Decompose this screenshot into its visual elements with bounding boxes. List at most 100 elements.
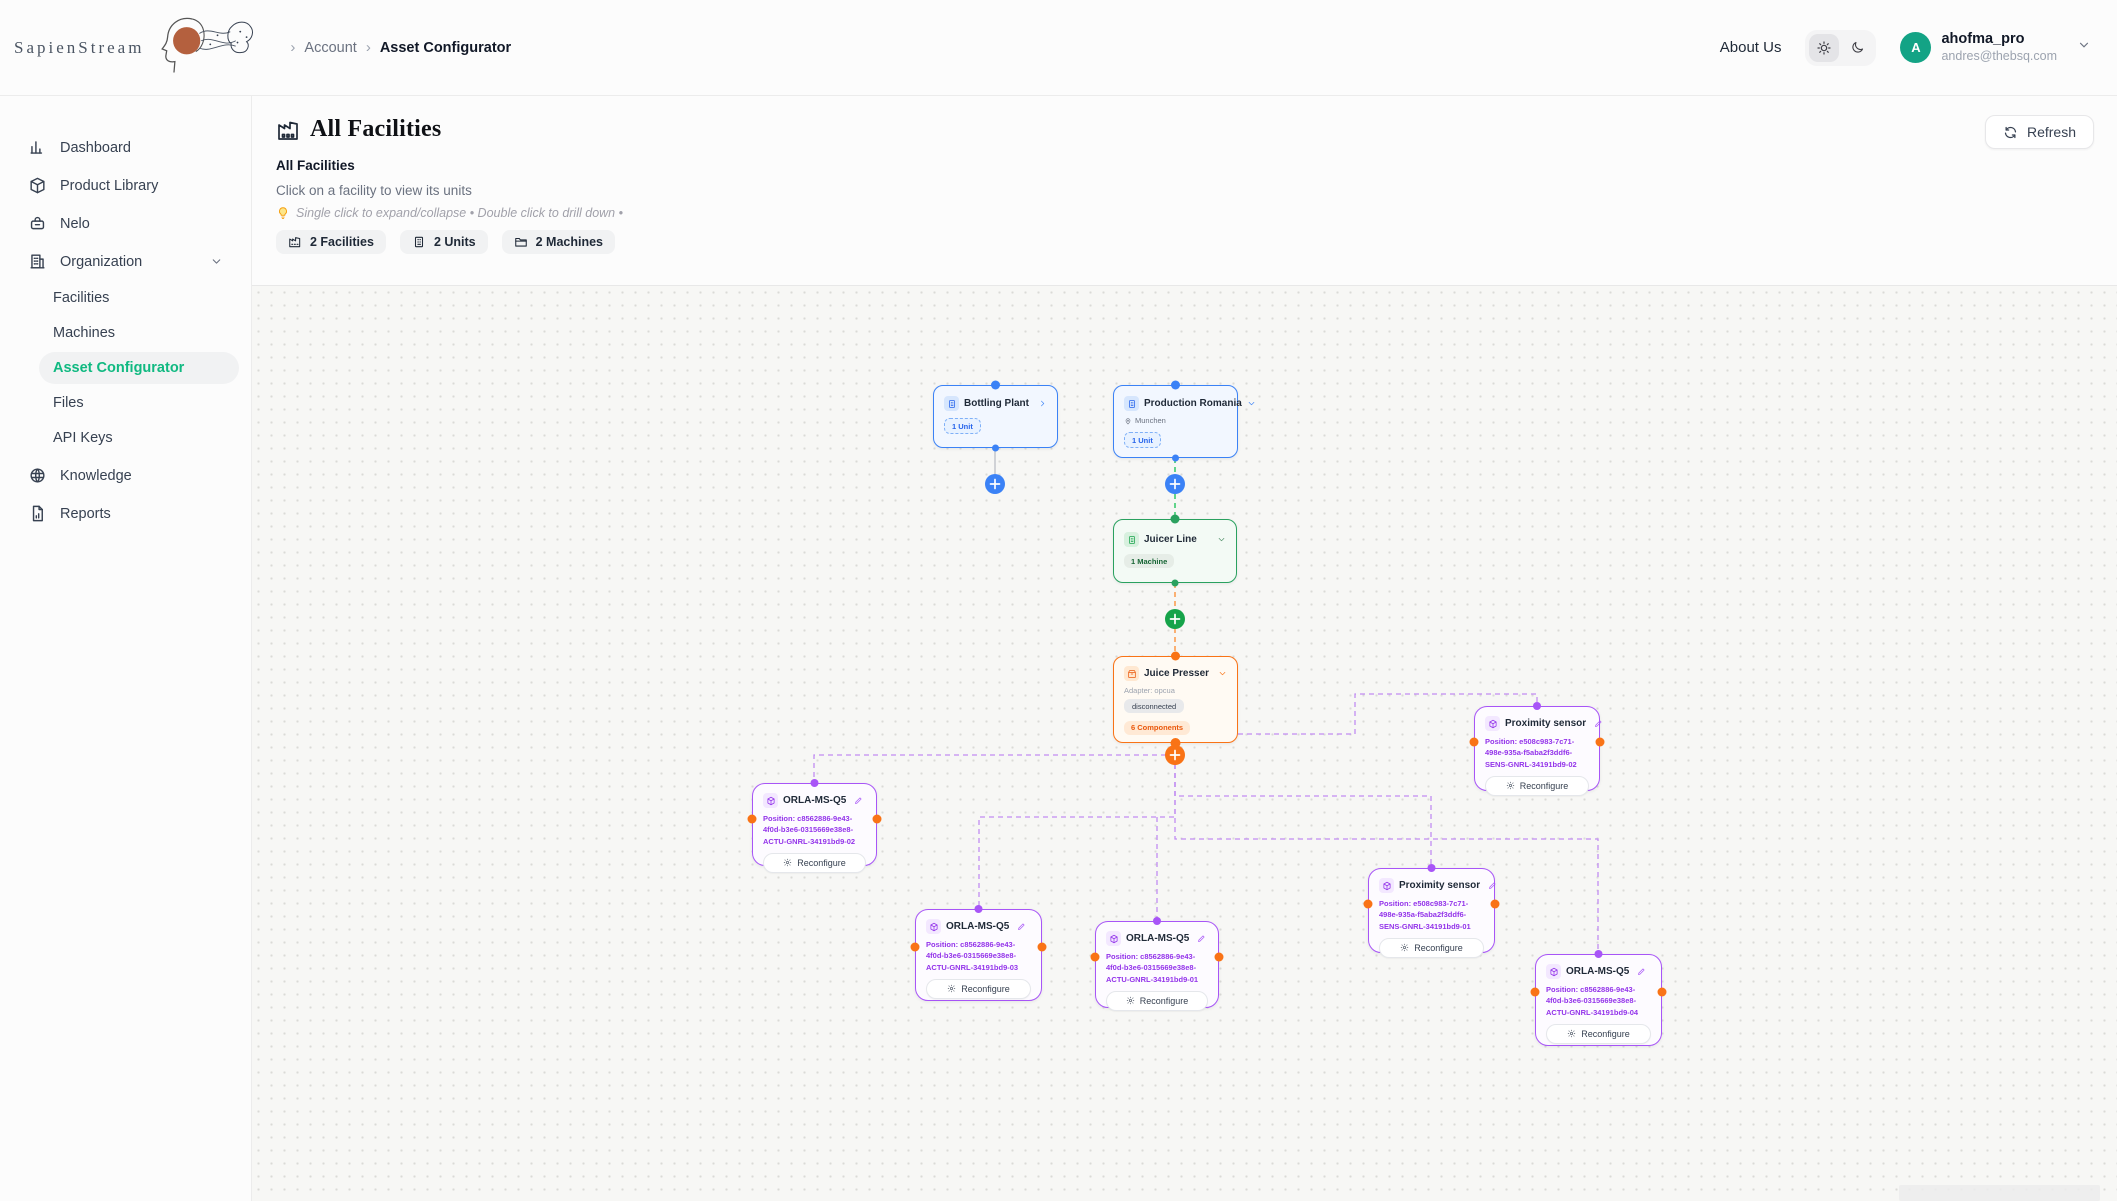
reconfigure-button[interactable]: Reconfigure <box>1106 991 1208 1011</box>
dark-mode-button[interactable] <box>1842 34 1872 62</box>
node-title: Proximity sensor <box>1505 718 1586 729</box>
chevron-down-icon[interactable] <box>210 255 223 268</box>
logo-illustration <box>154 8 272 88</box>
node-location: Munchen <box>1124 416 1227 425</box>
sidebar-item-label: Organization <box>60 254 142 270</box>
refresh-icon <box>2003 125 2018 140</box>
breadcrumb-account[interactable]: Account <box>304 40 356 56</box>
building-icon <box>1124 396 1139 411</box>
node-comp-actu-01[interactable]: ORLA-MS-Q5Position: c8562886-9e43-4f0d-b… <box>1095 921 1219 1008</box>
crate-icon <box>1124 666 1139 681</box>
stat-label: 2 Facilities <box>310 235 374 249</box>
node-title: Juicer Line <box>1144 534 1197 545</box>
light-mode-button[interactable] <box>1809 34 1839 62</box>
node-comp-actu-04[interactable]: ORLA-MS-Q5Position: c8562886-9e43-4f0d-b… <box>1535 954 1662 1046</box>
sidebar-item-files[interactable]: Files <box>39 387 239 419</box>
reconfigure-button[interactable]: Reconfigure <box>1379 938 1484 958</box>
stat-badge: 2 Facilities <box>276 230 386 254</box>
sidebar-item-facilities[interactable]: Facilities <box>39 282 239 314</box>
usage-tip: Single click to expand/collapse • Double… <box>276 206 2093 220</box>
sidebar-item-knowledge[interactable]: Knowledge <box>12 458 239 493</box>
cube-icon <box>1379 878 1394 893</box>
facility-title-icon <box>276 118 300 142</box>
node-title: Production Romania <box>1144 398 1242 409</box>
edit-icon[interactable] <box>1197 934 1206 943</box>
logo-text: SapienStream <box>14 38 144 58</box>
sidebar-item-machines[interactable]: Machines <box>39 317 239 349</box>
dashboard-icon <box>28 138 47 157</box>
chevron-down-icon[interactable] <box>2077 38 2091 57</box>
sidebar-item-nelo[interactable]: Nelo <box>12 206 239 241</box>
edit-icon[interactable] <box>1594 719 1603 728</box>
edit-icon[interactable] <box>1488 881 1497 890</box>
node-production-romania[interactable]: Production RomaniaMunchen1 Unit <box>1113 385 1238 458</box>
node-comp-sens-01[interactable]: Proximity sensorPosition: e508c983-7c71-… <box>1368 868 1495 953</box>
refresh-button[interactable]: Refresh <box>1985 115 2094 149</box>
component-position: Position: c8562886-9e43-4f0d-b3e6-031566… <box>763 813 866 847</box>
breadcrumb-chevron-icon: › <box>290 40 295 55</box>
node-bottling-plant[interactable]: Bottling Plant1 Unit <box>933 385 1058 448</box>
reconfigure-button[interactable]: Reconfigure <box>763 853 866 873</box>
sidebar-item-api-keys[interactable]: API Keys <box>39 422 239 454</box>
cube-icon <box>1106 931 1121 946</box>
node-comp-actu-03[interactable]: ORLA-MS-Q5Position: c8562886-9e43-4f0d-b… <box>915 909 1042 1001</box>
node-adapter: Adapter: opcua <box>1124 686 1227 695</box>
sidebar-item-label: Dashboard <box>60 140 131 156</box>
user-menu[interactable]: A ahofma_pro andres@thebsq.com <box>1900 31 2091 63</box>
sidebar-item-dashboard[interactable]: Dashboard <box>12 130 239 165</box>
page-title: All Facilities <box>310 116 441 143</box>
edge <box>814 755 1175 783</box>
node-juicer-line[interactable]: Juicer Line1 Machine <box>1113 519 1237 583</box>
sidebar: Dashboard Product Library Nelo Organization… <box>0 96 252 1201</box>
edit-icon[interactable] <box>1637 967 1646 976</box>
sidebar-item-asset-configurator[interactable]: Asset Configurator <box>39 352 239 384</box>
folder-icon <box>514 235 528 249</box>
usage-tip-text: Single click to expand/collapse • Double… <box>296 206 623 220</box>
node-comp-sens-02[interactable]: Proximity sensorPosition: e508c983-7c71-… <box>1474 706 1600 791</box>
stat-badge: 2 Units <box>400 230 488 254</box>
breadcrumb-chevron-icon: › <box>366 40 371 55</box>
component-position: Position: c8562886-9e43-4f0d-b3e6-031566… <box>1546 984 1651 1018</box>
count-badge: 1 Unit <box>944 418 981 434</box>
sidebar-item-product-library[interactable]: Product Library <box>12 168 239 203</box>
cube-icon <box>763 793 778 808</box>
cube-icon <box>1546 964 1561 979</box>
factory-icon <box>288 235 302 249</box>
sidebar-item-organization[interactable]: Organization <box>12 244 239 279</box>
reconfigure-button[interactable]: Reconfigure <box>1485 776 1589 796</box>
sidebar-item-label: Knowledge <box>60 468 132 484</box>
chevron-down-icon[interactable] <box>1217 535 1226 544</box>
cube-icon <box>1485 716 1500 731</box>
reports-icon <box>28 504 47 523</box>
section-description: Click on a facility to view its units <box>276 183 2093 198</box>
sun-icon <box>1816 40 1832 56</box>
sidebar-item-label: Nelo <box>60 216 90 232</box>
count-badge: 1 Unit <box>1124 432 1161 448</box>
logo[interactable]: SapienStream <box>14 8 272 88</box>
edge <box>1175 755 1431 868</box>
edit-icon[interactable] <box>854 796 863 805</box>
reconfigure-button[interactable]: Reconfigure <box>926 979 1031 999</box>
edit-icon[interactable] <box>1017 922 1026 931</box>
stat-badge: 2 Machines <box>502 230 615 254</box>
user-email: andres@thebsq.com <box>1941 49 2057 64</box>
component-position: Position: e508c983-7c71-498e-935a-f5aba2… <box>1379 898 1484 932</box>
node-title: ORLA-MS-Q5 <box>1126 933 1189 944</box>
top-header: SapienStream › Account › Asset Configura… <box>0 0 2117 96</box>
building-icon <box>1124 532 1139 547</box>
chevron-right-icon[interactable] <box>1038 399 1047 408</box>
about-us-link[interactable]: About Us <box>1720 39 1782 56</box>
node-juice-presser[interactable]: Juice PresserAdapter: opcuadisconnected6… <box>1113 656 1238 743</box>
flow-canvas[interactable]: Bottling Plant1 Unit Production Romania Mu… <box>252 285 2117 1201</box>
bulb-icon <box>276 206 290 220</box>
section-subtitle: All Facilities <box>276 158 2093 173</box>
reconfigure-button[interactable]: Reconfigure <box>1546 1024 1651 1044</box>
chevron-down-icon[interactable] <box>1247 399 1256 408</box>
refresh-label: Refresh <box>2027 124 2076 140</box>
gear-icon <box>1126 996 1135 1005</box>
chevron-down-icon[interactable] <box>1218 669 1227 678</box>
node-comp-actu-02[interactable]: ORLA-MS-Q5Position: c8562886-9e43-4f0d-b… <box>752 783 877 866</box>
sidebar-item-reports[interactable]: Reports <box>12 496 239 531</box>
component-position: Position: c8562886-9e43-4f0d-b3e6-031566… <box>926 939 1031 973</box>
gear-icon <box>947 984 956 993</box>
